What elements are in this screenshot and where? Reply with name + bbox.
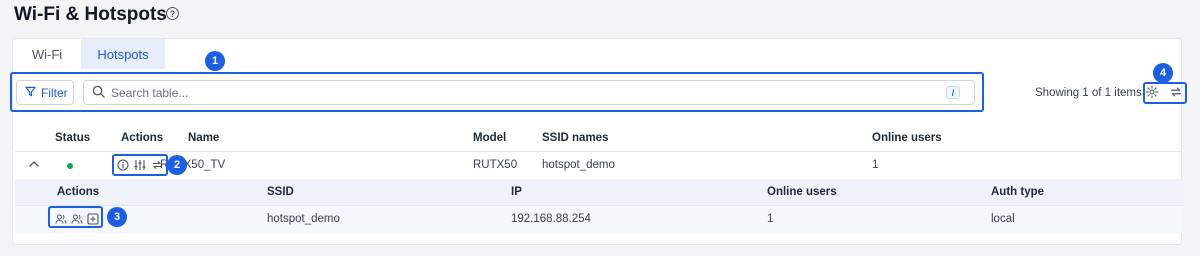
sub-col-header-actions: Actions [57,186,100,198]
annotation-badge-3: 3 [107,207,127,227]
subtable-row: hotspot_demo 192.168.88.254 1 local [15,205,1183,233]
annotation-badge-2: 2 [167,155,187,175]
tab-wifi[interactable]: Wi-Fi [13,39,81,69]
annotation-badge-4: 4 [1153,63,1173,83]
sub-cell-ssid: hotspot_demo [267,213,340,225]
page-title: Wi-Fi & Hotspots [14,4,167,25]
cell-online-users: 1 [872,159,879,171]
status-online-indicator [67,163,73,169]
sub-cell-auth-type: local [991,213,1015,225]
col-header-ssid-names[interactable]: SSID names [542,132,608,144]
tab-hotspots[interactable]: Hotspots [81,39,165,69]
sub-col-header-ip: IP [511,186,522,198]
col-header-status[interactable]: Status [55,132,90,144]
header-divider [15,151,1181,152]
collapse-row-icon[interactable] [29,156,39,171]
items-count: Showing 1 of 1 items [1035,87,1142,99]
col-header-model[interactable]: Model [473,132,506,144]
sub-col-header-ssid: SSID [267,186,294,198]
cell-model: RUTX50 [473,159,518,171]
col-header-name[interactable]: Name [188,132,219,144]
highlight-toolbar [10,72,984,112]
highlight-subtable-actions [48,206,103,228]
sub-col-header-auth-type: Auth type [991,186,1045,198]
sub-cell-ip: 192.168.88.254 [511,213,591,225]
help-icon[interactable]: ? [166,7,179,20]
sub-col-header-online-users: Online users [767,186,837,198]
col-header-online-users[interactable]: Online users [872,132,942,144]
highlight-row-actions [112,154,168,176]
col-header-actions: Actions [121,132,164,144]
cell-ssid-names: hotspot_demo [542,159,615,171]
sub-cell-online-users: 1 [767,213,774,225]
hotspots-panel: Wi-Fi Hotspots Filter / Showing 1 of 1 i… [12,38,1183,245]
highlight-table-tools [1143,82,1187,104]
annotation-badge-1: 1 [205,51,225,71]
expanded-hotspot-subtable: Actions SSID IP Online users Auth type h… [15,179,1183,233]
